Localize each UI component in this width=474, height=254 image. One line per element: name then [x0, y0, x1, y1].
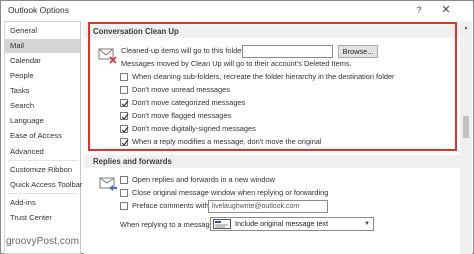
sidebar-item-search[interactable]: Search — [5, 99, 80, 113]
sidebar-divider — [8, 160, 78, 161]
sidebar-item-mail[interactable]: Mail — [5, 39, 80, 53]
replying-dropdown[interactable]: Include original message text ▼ — [210, 217, 374, 231]
title-bar: Outlook Options ? ✕ — [1, 1, 473, 20]
replies-section-heading: Replies and forwards — [84, 155, 460, 168]
cleanup-highlight-frame — [88, 22, 457, 151]
sidebar-item-people[interactable]: People — [5, 69, 80, 83]
sidebar-item-tasks[interactable]: Tasks — [5, 84, 80, 98]
replying-label: When replying to a message: — [120, 220, 216, 229]
replying-dropdown-value: Include original message text — [235, 219, 329, 228]
reply-option-label: Close original message window when reply… — [132, 188, 329, 197]
message-preview-icon — [213, 219, 231, 229]
sidebar-item-general[interactable]: General — [5, 24, 80, 38]
chevron-down-icon: ▼ — [364, 221, 370, 227]
sidebar-item-advanced[interactable]: Advanced — [5, 145, 80, 159]
vertical-scrollbar[interactable]: ▲ — [460, 21, 472, 254]
sidebar-item-ease-of-access[interactable]: Ease of Access — [5, 129, 80, 143]
window-title: Outlook Options — [8, 5, 69, 15]
sidebar-item-add-ins[interactable]: Add-ins — [5, 196, 80, 210]
preface-label: Preface comments with: — [132, 201, 211, 210]
preface-field[interactable]: livelaughwrite@outlook.com — [208, 200, 328, 213]
sidebar-item-customize-ribbon[interactable]: Customize Ribbon — [5, 163, 80, 177]
help-button[interactable]: ? — [407, 2, 431, 18]
sidebar-divider — [8, 193, 78, 194]
sidebar-item-quick-access-toolbar[interactable]: Quick Access Toolbar — [5, 178, 82, 192]
preface-checkbox[interactable] — [120, 202, 128, 210]
reply-option-label: Open replies and forwards in a new windo… — [132, 175, 275, 184]
scroll-thumb[interactable] — [463, 116, 469, 138]
sidebar-item-language[interactable]: Language — [5, 114, 80, 128]
reply-option-checkbox[interactable] — [120, 189, 128, 197]
sidebar-item-trust-center[interactable]: Trust Center — [5, 211, 80, 225]
watermark: groovyPost.com — [6, 236, 80, 247]
close-button[interactable]: ✕ — [434, 2, 458, 18]
sidebar-item-calendar[interactable]: Calendar — [5, 54, 80, 68]
reply-option-checkbox[interactable] — [120, 176, 128, 184]
options-sidebar: General Mail Calendar People Tasks Searc… — [4, 21, 82, 254]
reply-envelope-icon — [98, 173, 118, 193]
scroll-up-icon[interactable]: ▲ — [460, 23, 472, 33]
